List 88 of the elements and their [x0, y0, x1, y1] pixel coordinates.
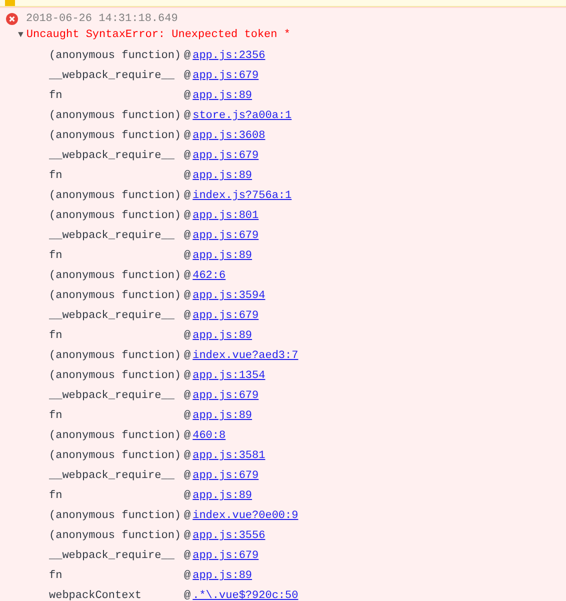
source-link[interactable]: app.js:3556 [192, 530, 266, 542]
function-name: (anonymous function) [49, 450, 182, 462]
at-sign: @ [184, 70, 191, 82]
at-sign: @ [184, 50, 191, 62]
source-link[interactable]: app.js:89 [192, 330, 252, 342]
source-link[interactable]: app.js:679 [192, 550, 259, 562]
source-link[interactable]: app.js:679 [192, 390, 259, 402]
function-name: (anonymous function) [49, 130, 182, 142]
source-link[interactable]: app.js:679 [192, 70, 259, 82]
function-name: (anonymous function) [49, 210, 182, 222]
source-link[interactable]: app.js:89 [192, 170, 252, 182]
at-sign: @ [184, 290, 191, 302]
function-name: (anonymous function) [49, 430, 182, 442]
function-name: fn [49, 90, 64, 102]
function-name: fn [49, 490, 64, 502]
source-link[interactable]: app.js:3581 [192, 450, 266, 462]
error-message: Uncaught SyntaxError: Unexpected token * [26, 29, 290, 41]
source-link[interactable]: 462:6 [192, 270, 226, 282]
at-sign: @ [184, 230, 191, 242]
at-sign: @ [184, 470, 191, 482]
source-link[interactable]: app.js:89 [192, 410, 252, 422]
at-sign: @ [184, 550, 191, 562]
function-name: __webpack_require__ [49, 470, 176, 482]
at-sign: @ [184, 370, 191, 382]
function-name: webpackContext [49, 590, 142, 601]
source-link[interactable]: app.js:679 [192, 310, 259, 322]
source-link[interactable]: app.js:2356 [192, 50, 266, 62]
source-link[interactable]: .*\.vue$?920c:50 [192, 590, 298, 601]
function-name: (anonymous function) [49, 290, 182, 302]
source-link[interactable]: app.js:679 [192, 230, 259, 242]
at-sign: @ [184, 250, 191, 262]
source-link[interactable]: app.js:89 [192, 90, 252, 102]
timestamp: 2018-06-26 14:31:18.649 [26, 13, 178, 25]
at-sign: @ [184, 590, 191, 601]
at-sign: @ [184, 90, 191, 102]
function-name: (anonymous function) [49, 350, 182, 362]
at-sign: @ [184, 330, 191, 342]
expand-toggle[interactable]: ▼ [18, 30, 24, 40]
source-link[interactable]: app.js:89 [192, 570, 252, 582]
source-link[interactable]: app.js:1354 [192, 370, 266, 382]
at-sign: @ [184, 570, 191, 582]
source-link[interactable]: app.js:679 [192, 470, 259, 482]
function-name: fn [49, 330, 64, 342]
at-sign: @ [184, 310, 191, 322]
function-name: __webpack_require__ [49, 150, 176, 162]
function-name: (anonymous function) [49, 370, 182, 382]
at-sign: @ [184, 410, 191, 422]
source-link[interactable]: app.js:89 [192, 490, 252, 502]
function-name: __webpack_require__ [49, 310, 176, 322]
function-name: fn [49, 410, 64, 422]
source-link[interactable]: index.vue?0e00:9 [192, 510, 298, 522]
function-name: (anonymous function) [49, 50, 182, 62]
source-link[interactable]: index.vue?aed3:7 [192, 350, 298, 362]
function-name: fn [49, 170, 64, 182]
source-link[interactable]: 460:8 [192, 430, 226, 442]
at-sign: @ [184, 510, 191, 522]
function-name: (anonymous function) [49, 270, 182, 282]
function-name: fn [49, 570, 64, 582]
at-sign: @ [184, 490, 191, 502]
at-sign: @ [184, 110, 191, 122]
at-sign: @ [184, 430, 191, 442]
at-sign: @ [184, 450, 191, 462]
function-name: __webpack_require__ [49, 230, 176, 242]
source-link[interactable]: index.js?756a:1 [192, 190, 292, 202]
source-link[interactable]: app.js:89 [192, 250, 252, 262]
source-link[interactable]: store.js?a00a:1 [192, 110, 292, 122]
source-link[interactable]: app.js:801 [192, 210, 259, 222]
function-name: __webpack_require__ [49, 550, 176, 562]
function-name: (anonymous function) [49, 530, 182, 542]
error-icon [6, 13, 18, 25]
at-sign: @ [184, 170, 191, 182]
source-link[interactable]: app.js:679 [192, 150, 259, 162]
function-name: (anonymous function) [49, 510, 182, 522]
at-sign: @ [184, 190, 191, 202]
at-sign: @ [184, 270, 191, 282]
function-name: __webpack_require__ [49, 70, 176, 82]
source-link[interactable]: app.js:3594 [192, 290, 266, 302]
source-link[interactable]: app.js:3608 [192, 130, 266, 142]
function-name: (anonymous function) [49, 110, 182, 122]
function-name: __webpack_require__ [49, 390, 176, 402]
at-sign: @ [184, 130, 191, 142]
at-sign: @ [184, 530, 191, 542]
at-sign: @ [184, 390, 191, 402]
function-name: (anonymous function) [49, 190, 182, 202]
at-sign: @ [184, 210, 191, 222]
at-sign: @ [184, 350, 191, 362]
at-sign: @ [184, 150, 191, 162]
function-name: fn [49, 250, 64, 262]
